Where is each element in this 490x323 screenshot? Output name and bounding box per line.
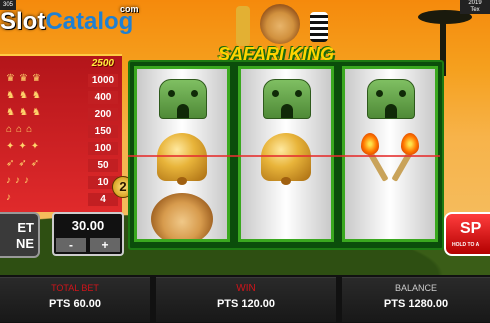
reel-cell: [241, 185, 331, 239]
paytable-value: 200: [88, 108, 118, 121]
paytable-row: ♛♛♛ 1000: [0, 72, 122, 88]
paytable-row: ⌂⌂⌂ 150: [0, 123, 122, 139]
total-bet-panel: TOTAL BET PTS 60.00: [0, 277, 150, 322]
paytable-value: 50: [88, 159, 118, 172]
reel-cell: [137, 69, 227, 127]
win-value: PTS 120.00: [216, 298, 276, 310]
zebra-icon: ♞♞♞: [6, 107, 45, 118]
giraffe-icon: ♞♞♞: [6, 90, 45, 101]
paytable-row: ♪♪♪ 10: [0, 174, 122, 190]
paytable-value: 100: [88, 142, 118, 155]
zebra-icon: [310, 12, 328, 42]
win-label: WIN: [236, 283, 256, 294]
bet-line-label: NE: [15, 236, 34, 251]
bell-icon: ♪: [6, 192, 15, 203]
spin-hint: HOLD TO A: [452, 242, 480, 248]
total-bet-value: PTS 60.00: [49, 298, 101, 310]
paytable-top-value: 2500: [91, 58, 114, 69]
reel-cell: [345, 185, 435, 239]
bet-amount-control: 30.00 - +: [52, 212, 124, 256]
paytable-row: ♪ 4: [0, 191, 122, 207]
spear-icon: ➶➶➶: [6, 158, 44, 169]
paytable-value: 4: [88, 193, 118, 206]
reel-1: [134, 66, 230, 242]
bet-amount: 30.00: [71, 218, 105, 233]
top-right-line-2: Tex: [470, 7, 480, 13]
site-logo: SlotCatalog com: [0, 4, 160, 42]
balance-panel: BALANCE PTS 1280.00: [342, 277, 490, 322]
reel-2: [238, 66, 334, 242]
reel-cell: [137, 185, 227, 239]
paytable-row: ✦✦✦ 100: [0, 140, 122, 156]
paytable-value: 400: [88, 91, 118, 104]
balance-value: PTS 1280.00: [383, 298, 449, 310]
bet-line-button[interactable]: ET NE: [0, 212, 40, 258]
bell-icon: [261, 133, 311, 185]
top-right-line-1: 2019: [468, 0, 482, 6]
paytable: 2500 ♛♛♛ 1000 ♞♞♞ 400 ♞♞♞ 200 ⌂⌂⌂ 150 ✦✦✦ 100…: [0, 54, 122, 212]
paytable-value: 150: [88, 125, 118, 138]
hut-icon: [367, 79, 415, 119]
lion-icon: [151, 193, 213, 239]
top-right-indicator: 2019 Tex: [460, 0, 490, 14]
paytable-row: ♞♞♞ 200: [0, 106, 122, 122]
hut-icon: [159, 79, 207, 119]
paytable-row: ♞♞♞ 400: [0, 89, 122, 105]
bet-line-label: ET: [17, 220, 34, 235]
bell-icon: [157, 133, 207, 185]
win-panel: WIN PTS 120.00: [156, 277, 336, 322]
bet-increase-button[interactable]: +: [90, 238, 120, 252]
bet-decrease-button[interactable]: -: [56, 238, 86, 252]
hut-icon: [263, 79, 311, 119]
lion-mascot-icon: [260, 4, 300, 44]
bell-icon: ♪♪♪: [6, 175, 33, 186]
giraffe-icon: [236, 6, 250, 46]
logo-suffix: com: [120, 4, 139, 14]
paytable-row: ➶➶➶ 50: [0, 157, 122, 173]
lion-icon: ♛♛♛: [6, 73, 45, 84]
total-bet-label: TOTAL BET: [51, 283, 99, 293]
payline-indicator: [128, 155, 440, 157]
spin-button[interactable]: SP HOLD TO A: [444, 212, 490, 256]
reel-cell: [345, 69, 435, 127]
balance-label: BALANCE: [394, 283, 438, 293]
torches-icon: [355, 133, 425, 183]
logo-main-text: Slot: [0, 8, 46, 35]
hut-icon: ⌂⌂⌂: [6, 124, 37, 135]
reel-cell: [241, 69, 331, 127]
spin-label: SP: [460, 220, 482, 237]
status-bar: TOTAL BET PTS 60.00 WIN PTS 120.00 BALAN…: [0, 275, 490, 323]
paytable-value: 1000: [88, 74, 118, 87]
mascot-animals: [236, 2, 336, 46]
reel-3: [342, 66, 438, 242]
torch-icon: ✦✦✦: [6, 141, 44, 152]
